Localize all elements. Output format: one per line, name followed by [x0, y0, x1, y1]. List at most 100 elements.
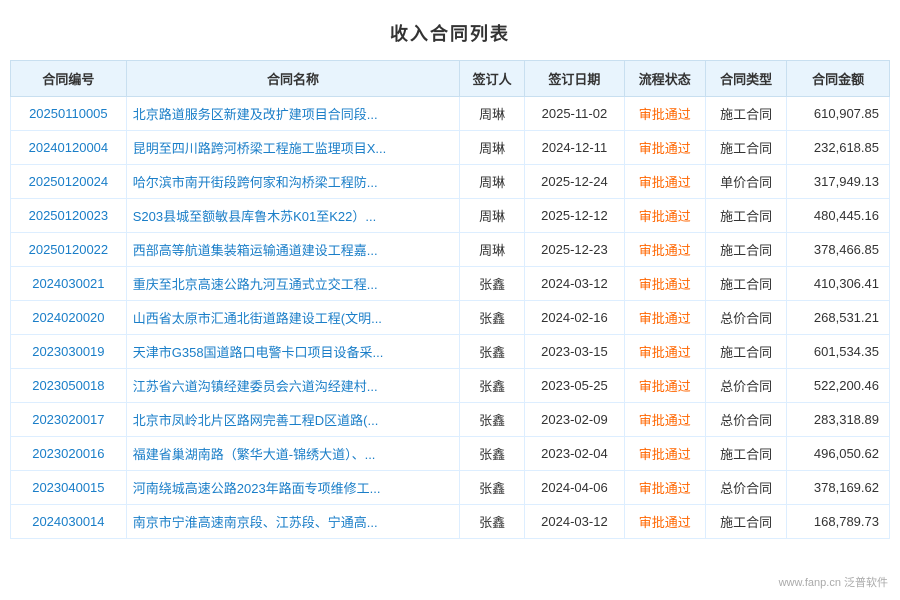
contract-type-cell: 总价合同 [705, 471, 786, 505]
signer-cell: 张鑫 [460, 505, 525, 539]
table-row: 20250110005北京路道服务区新建及改扩建项目合同段...周琳2025-1… [11, 97, 890, 131]
contract-id-cell[interactable]: 2023040015 [11, 471, 127, 505]
signer-cell: 张鑫 [460, 471, 525, 505]
contract-name-cell[interactable]: 昆明至四川路跨河桥梁工程施工监理项目X... [126, 131, 459, 165]
status-cell: 审批通过 [624, 335, 705, 369]
signer-cell: 张鑫 [460, 301, 525, 335]
table-header-row: 合同编号 合同名称 签订人 签订日期 流程状态 合同类型 合同金额 [11, 61, 890, 97]
signer-cell: 张鑫 [460, 267, 525, 301]
col-header-type: 合同类型 [705, 61, 786, 97]
status-badge: 审批通过 [639, 175, 691, 190]
col-header-name: 合同名称 [126, 61, 459, 97]
table-row: 2024030021重庆至北京高速公路九河互通式立交工程...张鑫2024-03… [11, 267, 890, 301]
contract-id-cell[interactable]: 2023020016 [11, 437, 127, 471]
date-cell: 2024-04-06 [525, 471, 624, 505]
signer-cell: 张鑫 [460, 335, 525, 369]
contract-type-cell: 总价合同 [705, 369, 786, 403]
contract-id-cell[interactable]: 2024020020 [11, 301, 127, 335]
table-row: 2023050018江苏省六道沟镇经建委员会六道沟经建村...张鑫2023-05… [11, 369, 890, 403]
contract-name-cell[interactable]: 北京路道服务区新建及改扩建项目合同段... [126, 97, 459, 131]
signer-cell: 周琳 [460, 165, 525, 199]
table-row: 2024020020山西省太原市汇通北街道路建设工程(文明...张鑫2024-0… [11, 301, 890, 335]
contract-table: 合同编号 合同名称 签订人 签订日期 流程状态 合同类型 合同金额 202501… [10, 60, 890, 539]
contract-type-cell: 总价合同 [705, 301, 786, 335]
page-container: 收入合同列表 合同编号 合同名称 签订人 签订日期 流程状态 合同类型 合同金额… [0, 0, 900, 600]
contract-type-cell: 总价合同 [705, 403, 786, 437]
date-cell: 2025-12-23 [525, 233, 624, 267]
status-badge: 审批通过 [639, 379, 691, 394]
status-badge: 审批通过 [639, 209, 691, 224]
contract-id-cell[interactable]: 20250120024 [11, 165, 127, 199]
amount-cell: 522,200.46 [787, 369, 890, 403]
col-header-signer: 签订人 [460, 61, 525, 97]
amount-cell: 410,306.41 [787, 267, 890, 301]
amount-cell: 601,534.35 [787, 335, 890, 369]
contract-name-cell[interactable]: 河南绕城高速公路2023年路面专项维修工... [126, 471, 459, 505]
contract-name-cell[interactable]: 北京市凤岭北片区路网完善工程D区道路(... [126, 403, 459, 437]
status-badge: 审批通过 [639, 311, 691, 326]
amount-cell: 496,050.62 [787, 437, 890, 471]
signer-cell: 周琳 [460, 199, 525, 233]
col-header-status: 流程状态 [624, 61, 705, 97]
contract-name-cell[interactable]: 南京市宁淮高速南京段、江苏段、宁通高... [126, 505, 459, 539]
contract-id-cell[interactable]: 2024030021 [11, 267, 127, 301]
status-cell: 审批通过 [624, 97, 705, 131]
contract-name-cell[interactable]: 西部高等航道集装箱运输通道建设工程嘉... [126, 233, 459, 267]
table-row: 2023020017北京市凤岭北片区路网完善工程D区道路(...张鑫2023-0… [11, 403, 890, 437]
watermark: www.fanp.cn 泛普软件 [775, 572, 892, 592]
signer-cell: 张鑫 [460, 437, 525, 471]
contract-id-cell[interactable]: 20250120023 [11, 199, 127, 233]
amount-cell: 610,907.85 [787, 97, 890, 131]
date-cell: 2025-12-12 [525, 199, 624, 233]
status-badge: 审批通过 [639, 345, 691, 360]
contract-type-cell: 施工合同 [705, 267, 786, 301]
contract-name-cell[interactable]: 山西省太原市汇通北街道路建设工程(文明... [126, 301, 459, 335]
col-header-amount: 合同金额 [787, 61, 890, 97]
amount-cell: 317,949.13 [787, 165, 890, 199]
amount-cell: 168,789.73 [787, 505, 890, 539]
status-badge: 审批通过 [639, 277, 691, 292]
status-cell: 审批通过 [624, 437, 705, 471]
table-row: 20240120004昆明至四川路跨河桥梁工程施工监理项目X...周琳2024-… [11, 131, 890, 165]
table-row: 2024030014南京市宁淮高速南京段、江苏段、宁通高...张鑫2024-03… [11, 505, 890, 539]
table-row: 2023020016福建省巢湖南路（繁华大道-锦绣大道）、...张鑫2023-0… [11, 437, 890, 471]
contract-id-cell[interactable]: 2024030014 [11, 505, 127, 539]
amount-cell: 480,445.16 [787, 199, 890, 233]
status-cell: 审批通过 [624, 471, 705, 505]
page-title: 收入合同列表 [0, 10, 900, 60]
amount-cell: 268,531.21 [787, 301, 890, 335]
contract-name-cell[interactable]: 天津市G358国道路口电警卡口项目设备采... [126, 335, 459, 369]
signer-cell: 周琳 [460, 233, 525, 267]
table-row: 20250120024哈尔滨市南开街段跨何家和沟桥梁工程防...周琳2025-1… [11, 165, 890, 199]
contract-type-cell: 施工合同 [705, 97, 786, 131]
contract-id-cell[interactable]: 20250110005 [11, 97, 127, 131]
date-cell: 2025-12-24 [525, 165, 624, 199]
contract-name-cell[interactable]: 重庆至北京高速公路九河互通式立交工程... [126, 267, 459, 301]
date-cell: 2023-02-09 [525, 403, 624, 437]
contract-type-cell: 施工合同 [705, 199, 786, 233]
col-header-id: 合同编号 [11, 61, 127, 97]
contract-id-cell[interactable]: 20250120022 [11, 233, 127, 267]
date-cell: 2024-03-12 [525, 267, 624, 301]
contract-id-cell[interactable]: 20240120004 [11, 131, 127, 165]
status-cell: 审批通过 [624, 199, 705, 233]
status-cell: 审批通过 [624, 165, 705, 199]
contract-name-cell[interactable]: 江苏省六道沟镇经建委员会六道沟经建村... [126, 369, 459, 403]
contract-name-cell[interactable]: S203县城至额敏县库鲁木苏K01至K22）... [126, 199, 459, 233]
contract-name-cell[interactable]: 哈尔滨市南开街段跨何家和沟桥梁工程防... [126, 165, 459, 199]
signer-cell: 周琳 [460, 97, 525, 131]
status-cell: 审批通过 [624, 369, 705, 403]
contract-id-cell[interactable]: 2023020017 [11, 403, 127, 437]
contract-name-cell[interactable]: 福建省巢湖南路（繁华大道-锦绣大道）、... [126, 437, 459, 471]
contract-id-cell[interactable]: 2023030019 [11, 335, 127, 369]
date-cell: 2024-03-12 [525, 505, 624, 539]
status-badge: 审批通过 [639, 413, 691, 428]
contract-type-cell: 施工合同 [705, 131, 786, 165]
status-badge: 审批通过 [639, 447, 691, 462]
status-cell: 审批通过 [624, 301, 705, 335]
contract-id-cell[interactable]: 2023050018 [11, 369, 127, 403]
date-cell: 2024-02-16 [525, 301, 624, 335]
signer-cell: 周琳 [460, 131, 525, 165]
status-cell: 审批通过 [624, 131, 705, 165]
contract-type-cell: 施工合同 [705, 505, 786, 539]
